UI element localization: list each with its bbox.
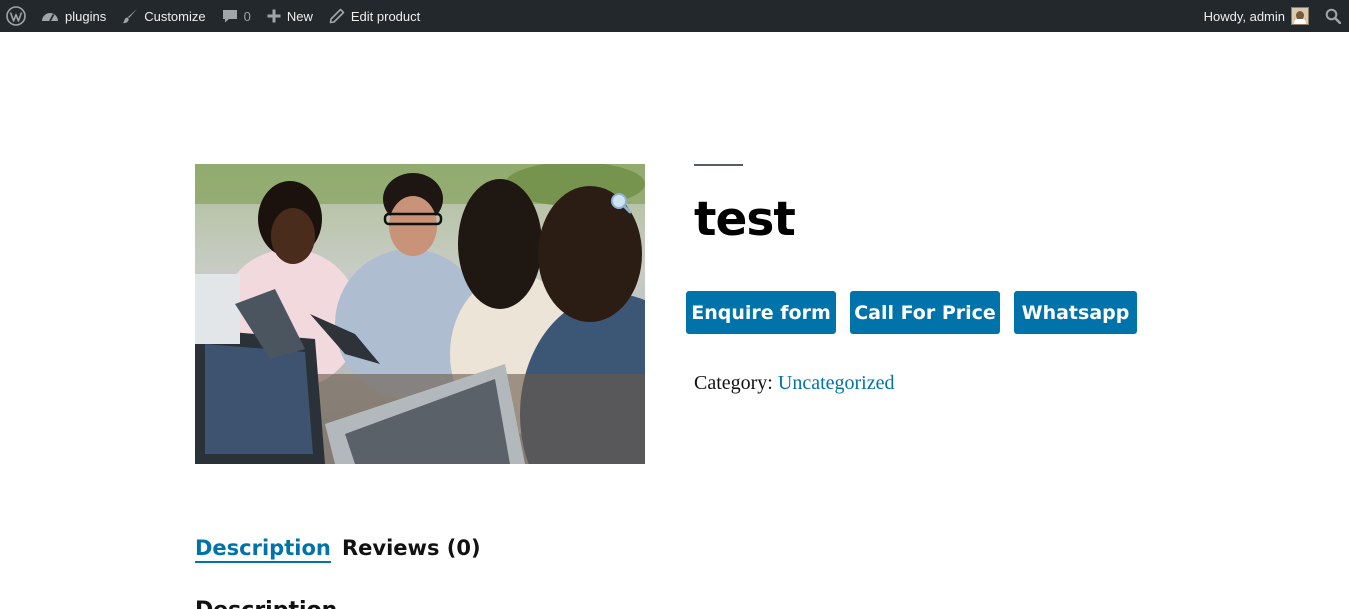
edit-product-link[interactable]: Edit product — [321, 0, 428, 32]
tab-reviews[interactable]: Reviews (0) — [342, 536, 481, 560]
pencil-icon — [329, 8, 345, 24]
zoom-icon[interactable] — [610, 192, 632, 214]
admin-bar-left: plugins Customize 0 New Edit product — [0, 0, 428, 32]
avatar — [1291, 7, 1309, 25]
admin-search[interactable] — [1317, 0, 1349, 32]
site-name-menu[interactable]: plugins — [33, 0, 114, 32]
description-heading: Description — [195, 598, 337, 609]
customize-link[interactable]: Customize — [114, 0, 213, 32]
category-link[interactable]: Uncategorized — [778, 372, 895, 394]
new-content-menu[interactable]: New — [259, 0, 321, 32]
comment-icon — [222, 10, 237, 23]
product-title: test — [694, 192, 796, 247]
dashboard-icon — [42, 13, 58, 22]
product-category: Category: Uncategorized — [694, 372, 894, 395]
title-divider — [694, 164, 743, 166]
brush-icon — [122, 9, 138, 24]
product-image[interactable] — [195, 164, 645, 464]
edit-product-label: Edit product — [350, 8, 421, 24]
category-label: Category: — [694, 372, 773, 394]
comments-link[interactable]: 0 — [214, 0, 259, 32]
site-name-label: plugins — [65, 8, 107, 24]
enquire-form-button[interactable]: Enquire form — [686, 291, 836, 334]
admin-bar: plugins Customize 0 New Edit product How… — [0, 0, 1349, 32]
customize-label: Customize — [144, 8, 206, 24]
tab-description[interactable]: Description — [195, 536, 331, 563]
comments-count: 0 — [243, 8, 251, 24]
search-icon — [1325, 8, 1341, 24]
call-for-price-button[interactable]: Call For Price — [850, 291, 1000, 334]
whatsapp-button[interactable]: Whatsapp — [1014, 291, 1137, 334]
new-label: New — [286, 8, 313, 24]
plus-icon — [267, 9, 281, 23]
greeting-label: Howdy, admin — [1203, 8, 1285, 24]
admin-bar-right: Howdy, admin — [1196, 0, 1349, 32]
wordpress-logo-icon — [6, 6, 26, 26]
wordpress-menu[interactable] — [0, 0, 33, 32]
account-menu[interactable]: Howdy, admin — [1196, 0, 1317, 32]
product-photo — [195, 164, 645, 464]
